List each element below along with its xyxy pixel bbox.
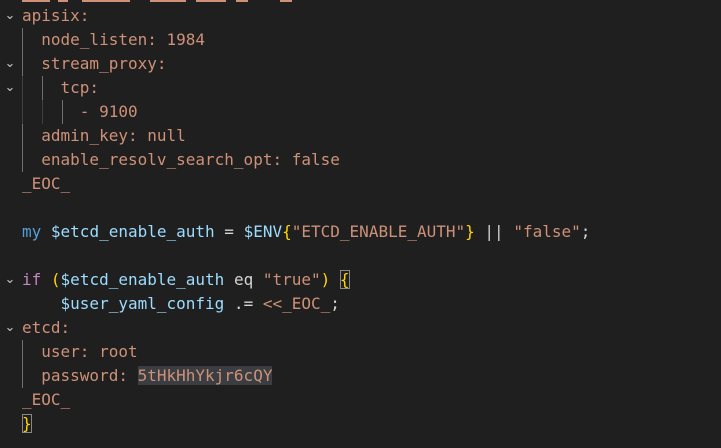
code-editor[interactable]: ⌄ apisix: node_listen: 1984 ⌄ stream_proxy… [0, 0, 721, 448]
code-line[interactable]: _EOC_ [0, 172, 721, 196]
code-token: ) [320, 270, 331, 289]
code-token: my [22, 222, 51, 241]
code-line[interactable]: ⌄ stream_proxy: [0, 52, 721, 76]
code-token: - 9100 [22, 102, 138, 121]
code-text: user: root [22, 340, 138, 364]
code-line[interactable]: ⌄ etcd: [0, 316, 721, 340]
code-line[interactable]: ⌄ tcp: [0, 76, 721, 100]
code-line[interactable]: - 9100 [0, 100, 721, 124]
code-line[interactable]: my $etcd_enable_auth = $ENV{"ETCD_ENABLE… [0, 220, 721, 244]
code-text: } [22, 412, 32, 436]
code-token: = [214, 222, 244, 241]
code-token: user: root [22, 342, 138, 361]
code-text: apisix: [22, 4, 89, 28]
code-token: apisix: [22, 6, 90, 25]
code-line[interactable]: enable_resolv_search_opt: false [0, 148, 721, 172]
code-token: } [465, 222, 475, 241]
code-token: .= [224, 294, 263, 313]
code-token: _EOC_ [22, 174, 71, 193]
code-token: enable_resolv_search_opt: false [22, 150, 340, 169]
code-line[interactable]: ⌄ if ($etcd_enable_auth eq "true") { [0, 268, 721, 292]
code-text: if ($etcd_enable_auth eq "true") { [22, 268, 350, 292]
code-token: eq [224, 270, 263, 289]
code-token: ( [50, 270, 61, 289]
code-text: - 9100 [22, 100, 138, 124]
code-token: <<_EOC_ [262, 294, 331, 313]
code-token: $ENV [243, 222, 283, 241]
fold-chevron-icon[interactable]: ⌄ [3, 76, 17, 100]
code-text: enable_resolv_search_opt: false [22, 148, 340, 172]
code-token: ; [580, 222, 591, 241]
scrolled-line-remnant [0, 0, 721, 3]
code-text: node_listen: 1984 [22, 28, 205, 52]
code-token: $etcd_enable_auth [60, 270, 225, 289]
code-text: _EOC_ [22, 388, 70, 412]
code-token: || [474, 222, 514, 241]
code-token: node_listen: 1984 [22, 30, 206, 49]
code-text: _EOC_ [22, 172, 70, 196]
code-line[interactable]: user: root [0, 340, 721, 364]
fold-chevron-icon[interactable]: ⌄ [3, 316, 17, 340]
code-token: etcd: [22, 318, 71, 337]
code-token: password: [22, 366, 138, 385]
code-line[interactable]: ⌄ apisix: [0, 4, 721, 28]
code-line[interactable]: node_listen: 1984 [0, 28, 721, 52]
code-token: _EOC_ [22, 390, 71, 409]
code-line[interactable] [0, 196, 721, 220]
code-token: } [22, 414, 32, 433]
code-text: admin_key: null [22, 124, 186, 148]
code-token: "ETCD_ENABLE_AUTH" [291, 222, 466, 241]
code-text: etcd: [22, 316, 70, 340]
code-token: tcp: [22, 78, 100, 97]
fold-chevron-icon[interactable]: ⌄ [3, 52, 17, 76]
code-token: { [282, 222, 292, 241]
code-line[interactable]: } [0, 412, 721, 436]
code-token: { [339, 270, 350, 289]
code-line[interactable]: $user_yaml_config .= <<_EOC_; [0, 292, 721, 316]
code-text: my $etcd_enable_auth = $ENV{"ETCD_ENABLE… [22, 220, 590, 244]
code-line[interactable]: password: 5tHkHhYkjr6cQY [0, 364, 721, 388]
code-token: admin_key: null [22, 126, 186, 145]
code-line[interactable]: admin_key: null [0, 124, 721, 148]
code-token: $etcd_enable_auth [50, 222, 215, 241]
code-token: if [22, 270, 42, 289]
code-token: stream_proxy: [22, 54, 167, 73]
fold-chevron-icon[interactable]: ⌄ [3, 268, 17, 292]
code-token: "true" [262, 270, 321, 289]
code-token: $user_yaml_config [60, 294, 225, 313]
fold-chevron-icon[interactable]: ⌄ [3, 4, 17, 28]
selected-text: 5tHkHhYkjr6cQY [137, 366, 273, 385]
code-text: password: 5tHkHhYkjr6cQY [22, 364, 273, 388]
code-text: tcp: [22, 76, 100, 100]
code-line[interactable]: _EOC_ [0, 388, 721, 412]
code-token: ; [330, 294, 340, 313]
code-token: "false" [513, 222, 581, 241]
code-text: $user_yaml_config .= <<_EOC_; [22, 292, 340, 316]
code-text: stream_proxy: [22, 52, 167, 76]
code-line[interactable] [0, 244, 721, 268]
